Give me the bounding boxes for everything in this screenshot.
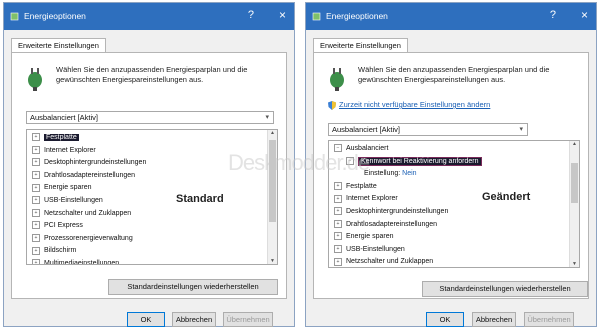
- change-settings-link-text[interactable]: Zurzeit nicht verfügbare Einstellungen ä…: [339, 100, 490, 109]
- plan-select[interactable]: Ausbalanciert [Aktiv] ▾: [26, 111, 274, 124]
- tree-item-label: Prozessorenergieverwaltung: [44, 234, 133, 242]
- change-unavailable-settings-link[interactable]: Zurzeit nicht verfügbare Einstellungen ä…: [328, 100, 490, 110]
- tree-item[interactable]: + Bildschirm: [32, 245, 277, 258]
- chevron-down-icon: ▾: [519, 126, 523, 133]
- tree-item-label: Bildschirm: [44, 247, 77, 255]
- scroll-thumb[interactable]: [571, 163, 578, 203]
- watermark: Deskmodder.de: [228, 150, 370, 175]
- window-title: Energieoptionen: [24, 11, 86, 21]
- tree-item[interactable]: + Energie sparen: [32, 182, 277, 195]
- label-changed: Geändert: [482, 191, 531, 203]
- setting-row[interactable]: Einstellung: Nein: [334, 168, 579, 181]
- tab-advanced-settings[interactable]: Erweiterte Einstellungen: [313, 38, 408, 53]
- cancel-button[interactable]: Abbrechen: [172, 312, 216, 327]
- tree-item-label: Drahtlosadaptereinstellungen: [44, 171, 136, 179]
- tree-item-label: Energie sparen: [44, 184, 92, 192]
- tree-item[interactable]: + Drahtlosadaptereinstellungen: [334, 219, 579, 232]
- title-bar: Energieoptionen ? ×: [306, 3, 596, 30]
- scroll-down-arrow[interactable]: ▼: [268, 258, 277, 264]
- chevron-down-icon: ▾: [265, 114, 269, 121]
- tree-item-label: Multimediaeinstellungen: [44, 259, 120, 265]
- expand-icon[interactable]: +: [32, 170, 40, 179]
- restore-defaults-button[interactable]: Standardeinstellungen wiederherstellen: [108, 279, 278, 295]
- tree-item[interactable]: + Energie sparen: [334, 231, 579, 244]
- expand-icon[interactable]: +: [334, 181, 342, 190]
- intro-text: Wählen Sie den anzupassenden Energiespar…: [358, 65, 550, 84]
- restore-defaults-button[interactable]: Standardeinstellungen wiederherstellen: [422, 281, 588, 297]
- setting-label: Einstellung:: [364, 170, 401, 178]
- expand-icon[interactable]: +: [32, 183, 40, 192]
- expand-icon[interactable]: +: [32, 246, 40, 255]
- tree-item[interactable]: + Desktophintergrundeinstellungen: [334, 206, 579, 219]
- help-button[interactable]: ?: [550, 9, 556, 21]
- tree-item[interactable]: + PCI Express: [32, 220, 277, 233]
- expand-icon[interactable]: +: [32, 259, 40, 264]
- tree-item-label: Internet Explorer: [346, 195, 398, 203]
- tree-item[interactable]: + Netzschalter und Zuklappen: [334, 256, 579, 267]
- tree-item-label: USB-Einstellungen: [346, 245, 405, 253]
- tree-child-label: Kennwort bei Reaktivierung anfordern: [358, 156, 482, 166]
- tree-child[interactable]: − Kennwort bei Reaktivierung anfordern: [334, 156, 579, 169]
- scroll-down-arrow[interactable]: ▼: [570, 261, 579, 267]
- tree-item-label: Desktophintergrundeinstellungen: [346, 207, 449, 215]
- cancel-button[interactable]: Abbrechen: [472, 312, 516, 327]
- tree-item-label: Internet Explorer: [44, 146, 96, 154]
- tree-item-label: Netzschalter und Zuklappen: [44, 209, 132, 217]
- ok-button[interactable]: OK: [426, 312, 464, 327]
- expand-icon[interactable]: +: [334, 207, 342, 216]
- scroll-up-arrow[interactable]: ▲: [268, 130, 277, 136]
- expand-icon[interactable]: +: [32, 233, 40, 242]
- tree-item[interactable]: + Multimediaeinstellungen: [32, 258, 277, 265]
- expand-icon[interactable]: +: [32, 221, 40, 230]
- tree-item-label: Drahtlosadaptereinstellungen: [346, 220, 438, 228]
- expand-icon[interactable]: +: [32, 158, 40, 167]
- window-title: Energieoptionen: [326, 11, 388, 21]
- plan-select-value: Ausbalanciert [Aktiv]: [30, 113, 98, 122]
- power-plug-icon: [330, 68, 344, 91]
- expand-icon[interactable]: +: [334, 232, 342, 241]
- tree-item-label: Festplatte: [346, 182, 377, 190]
- close-button[interactable]: ×: [581, 8, 588, 22]
- tree-item[interactable]: + Internet Explorer: [334, 193, 579, 206]
- tree-item[interactable]: + Prozessorenergieverwaltung: [32, 233, 277, 246]
- expand-icon[interactable]: +: [334, 257, 342, 266]
- expand-icon[interactable]: +: [334, 219, 342, 228]
- tree-item[interactable]: + USB-Einstellungen: [334, 244, 579, 257]
- expand-icon[interactable]: +: [32, 208, 40, 217]
- tree-item-label: Netzschalter und Zuklappen: [346, 258, 434, 266]
- help-button[interactable]: ?: [248, 9, 254, 21]
- power-plug-icon: [28, 68, 42, 91]
- ok-button[interactable]: OK: [127, 312, 165, 327]
- expand-icon[interactable]: +: [334, 244, 342, 253]
- tree-item-label: Desktophintergrundeinstellungen: [44, 159, 147, 167]
- tree-item[interactable]: + Netzschalter und Zuklappen: [32, 208, 277, 221]
- close-button[interactable]: ×: [279, 8, 286, 22]
- apply-button[interactable]: Übernehmen: [524, 312, 574, 327]
- vertical-scrollbar[interactable]: ▲ ▼: [569, 141, 579, 267]
- apply-button[interactable]: Übernehmen: [223, 312, 273, 327]
- expand-icon[interactable]: +: [32, 133, 40, 142]
- intro-text: Wählen Sie den anzupassenden Energiespar…: [56, 65, 248, 84]
- power-options-icon: [10, 12, 19, 21]
- tree-item-label: PCI Express: [44, 222, 83, 230]
- tree-item[interactable]: + Festplatte: [32, 132, 277, 145]
- plan-select[interactable]: Ausbalanciert [Aktiv] ▾: [328, 123, 528, 136]
- scroll-up-arrow[interactable]: ▲: [570, 141, 579, 147]
- plan-select-value: Ausbalanciert [Aktiv]: [332, 125, 400, 134]
- uac-shield-icon: [328, 100, 336, 110]
- tree-item-label: USB-Einstellungen: [44, 196, 103, 204]
- expand-icon[interactable]: +: [334, 194, 342, 203]
- tree-item[interactable]: + USB-Einstellungen: [32, 195, 277, 208]
- tab-advanced-settings[interactable]: Erweiterte Einstellungen: [11, 38, 106, 53]
- title-bar: Energieoptionen ? ×: [4, 3, 294, 30]
- tree-item-label: Festplatte: [44, 134, 79, 141]
- expand-icon[interactable]: +: [32, 196, 40, 205]
- tree-item[interactable]: + Festplatte: [334, 181, 579, 194]
- tree-item-label: Energie sparen: [346, 233, 394, 241]
- power-options-icon: [312, 12, 321, 21]
- tree-root[interactable]: − Ausbalanciert: [334, 143, 579, 156]
- setting-value[interactable]: Nein: [402, 170, 416, 177]
- label-standard: Standard: [176, 193, 224, 205]
- expand-icon[interactable]: +: [32, 145, 40, 154]
